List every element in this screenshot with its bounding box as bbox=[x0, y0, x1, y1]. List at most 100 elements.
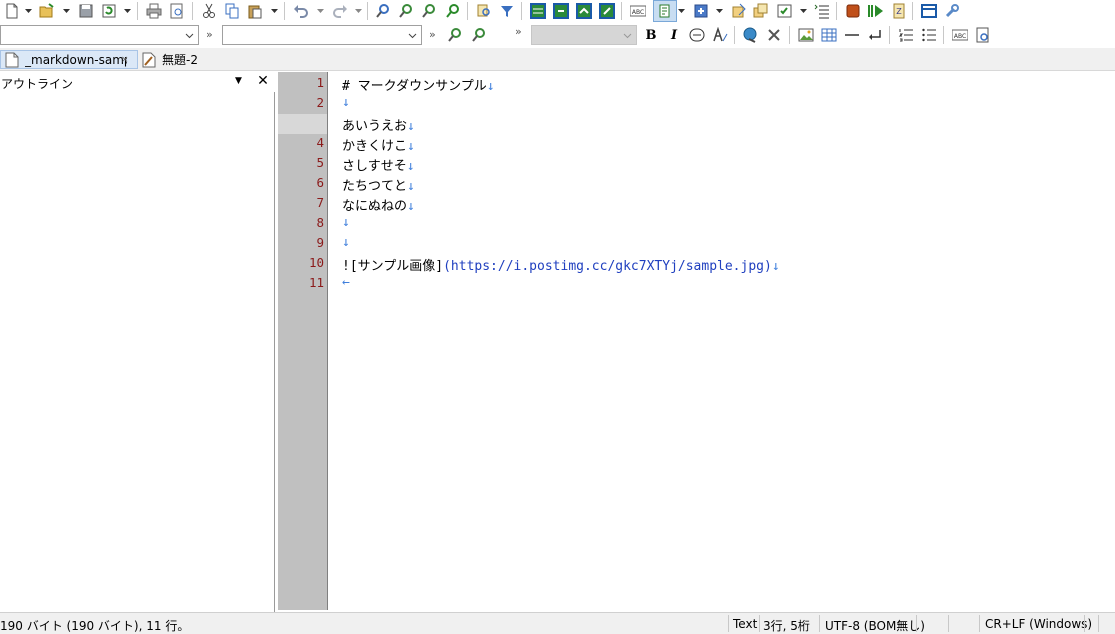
preview-icon[interactable] bbox=[974, 26, 992, 44]
view-split-icon[interactable] bbox=[529, 2, 547, 20]
find-next-icon[interactable] bbox=[397, 2, 415, 20]
find-icon[interactable] bbox=[374, 2, 392, 20]
chevron-overflow-icon[interactable]: » bbox=[515, 22, 525, 42]
document-icon bbox=[5, 52, 19, 67]
macro-edit-icon[interactable]: Z bbox=[890, 2, 908, 20]
search-combo[interactable] bbox=[0, 25, 199, 45]
separator bbox=[819, 615, 820, 632]
line-number: 4 bbox=[316, 135, 324, 150]
italic-button[interactable]: I bbox=[665, 26, 683, 44]
undo-icon[interactable] bbox=[292, 2, 310, 20]
numbered-list-icon[interactable] bbox=[897, 26, 915, 44]
redo-icon[interactable] bbox=[331, 2, 349, 20]
tab-close-icon[interactable]: × bbox=[121, 55, 129, 65]
spellcheck-icon[interactable]: ABC bbox=[951, 26, 969, 44]
chevron-overflow-icon[interactable]: » bbox=[429, 25, 439, 45]
separator bbox=[137, 2, 138, 20]
line-text: あいうえお bbox=[342, 119, 408, 134]
text-editor[interactable]: # マークダウンサンプル↓ ↓ あいうえお↓ かきくけこ↓ さしすせそ↓ たちつてと↓ なに… bbox=[328, 72, 1115, 610]
eol-mark-icon: ↓ bbox=[342, 215, 350, 230]
font-combo bbox=[531, 25, 637, 45]
line-number: 7 bbox=[316, 195, 324, 210]
status-bar: 190 バイト (190 バイト), 11 行。 Text 3行, 5桁 UTF… bbox=[0, 612, 1115, 634]
search-prev-icon[interactable] bbox=[470, 26, 488, 44]
checklist-icon[interactable] bbox=[776, 2, 794, 20]
eol-mark-icon: ↓ bbox=[771, 259, 780, 274]
line-number-gutter: 1234567891011 bbox=[278, 72, 328, 610]
tab-untitled-2[interactable]: 無題-2 bbox=[140, 50, 210, 69]
print-preview-icon[interactable] bbox=[168, 2, 186, 20]
link-icon[interactable] bbox=[742, 26, 760, 44]
view-vertical-icon[interactable] bbox=[575, 2, 593, 20]
new-file-icon[interactable] bbox=[3, 2, 21, 20]
paste-icon[interactable] bbox=[246, 2, 264, 20]
copy-tag-icon[interactable] bbox=[752, 2, 770, 20]
find-prev-icon[interactable] bbox=[420, 2, 438, 20]
unlink-icon[interactable] bbox=[765, 26, 783, 44]
cut-icon[interactable] bbox=[200, 2, 218, 20]
filter-icon[interactable] bbox=[498, 2, 516, 20]
separator bbox=[889, 26, 890, 44]
insert-image-icon[interactable] bbox=[797, 26, 815, 44]
save-icon[interactable] bbox=[77, 2, 95, 20]
grep-icon[interactable] bbox=[475, 2, 493, 20]
edit-tag-icon[interactable] bbox=[730, 2, 748, 20]
word-wrap-icon[interactable] bbox=[653, 0, 677, 22]
settings-icon[interactable] bbox=[943, 2, 961, 20]
view-compare-icon[interactable] bbox=[598, 2, 616, 20]
line-number: 6 bbox=[316, 175, 324, 190]
edited-document-icon bbox=[142, 52, 156, 67]
horizontal-rule-icon[interactable] bbox=[843, 26, 861, 44]
macro-run-icon[interactable] bbox=[867, 2, 885, 20]
open-dropdown-arrow[interactable] bbox=[62, 2, 70, 20]
line-number: 2 bbox=[316, 95, 324, 110]
tools-icon[interactable] bbox=[692, 2, 710, 20]
editor-line: なにぬねの↓ bbox=[342, 195, 415, 214]
editor-line: あいうえお↓ bbox=[342, 115, 415, 134]
eol-mark-icon: ↓ bbox=[407, 199, 415, 214]
chevron-down-icon[interactable]: ▼ bbox=[235, 76, 245, 88]
editor-line: ↓ bbox=[342, 215, 350, 230]
status-newline[interactable]: CR+LF (Windows) bbox=[985, 617, 1092, 631]
abc-icon[interactable]: ABC bbox=[629, 2, 647, 20]
tools-dropdown-arrow[interactable] bbox=[715, 2, 723, 20]
chevron-overflow-icon[interactable]: » bbox=[206, 25, 216, 45]
strikethrough-icon[interactable] bbox=[688, 26, 706, 44]
replace-combo[interactable] bbox=[222, 25, 422, 45]
new-dropdown-arrow[interactable] bbox=[24, 2, 32, 20]
open-file-icon[interactable] bbox=[38, 2, 56, 20]
wrap-dropdown-arrow[interactable] bbox=[677, 2, 685, 20]
paste-dropdown-arrow[interactable] bbox=[270, 2, 278, 20]
status-mode[interactable]: Text bbox=[733, 617, 757, 631]
status-position[interactable]: 3行, 5桁 bbox=[763, 617, 810, 634]
line-break-icon[interactable] bbox=[866, 26, 884, 44]
reload-dropdown-arrow[interactable] bbox=[123, 2, 131, 20]
status-encoding[interactable]: UTF-8 (BOM無し) bbox=[825, 617, 925, 634]
replace-icon[interactable] bbox=[444, 2, 462, 20]
search-next-icon[interactable] bbox=[446, 26, 464, 44]
font-style-icon[interactable] bbox=[711, 26, 729, 44]
copy-icon[interactable] bbox=[223, 2, 241, 20]
tab-markdown-sample[interactable]: _markdown-sample × bbox=[0, 50, 138, 69]
checklist-dropdown-arrow[interactable] bbox=[799, 2, 807, 20]
redo-dropdown-arrow[interactable] bbox=[354, 2, 362, 20]
eol-mark-icon: ↓ bbox=[486, 79, 495, 94]
editor-line: ↓ bbox=[342, 95, 350, 110]
list-settings-icon[interactable] bbox=[813, 2, 831, 20]
bullet-list-icon[interactable] bbox=[920, 26, 938, 44]
print-icon[interactable] bbox=[145, 2, 163, 20]
undo-dropdown-arrow[interactable] bbox=[316, 2, 324, 20]
toolbar-layout-icon[interactable] bbox=[920, 2, 938, 20]
bold-button[interactable]: B bbox=[642, 26, 660, 44]
svg-text:ABC: ABC bbox=[632, 9, 644, 16]
line-text: かきくけこ bbox=[342, 139, 408, 154]
view-horizontal-icon[interactable] bbox=[552, 2, 570, 20]
line-number: 5 bbox=[316, 155, 324, 170]
search-toolbar: » » » B I ABC bbox=[0, 22, 1115, 48]
chevron-down-icon bbox=[408, 33, 417, 39]
reload-icon[interactable] bbox=[100, 2, 118, 20]
svg-text:ABC: ABC bbox=[954, 33, 966, 40]
insert-table-icon[interactable] bbox=[820, 26, 838, 44]
macro-icon[interactable] bbox=[844, 2, 862, 20]
close-icon[interactable]: ✕ bbox=[256, 73, 270, 89]
